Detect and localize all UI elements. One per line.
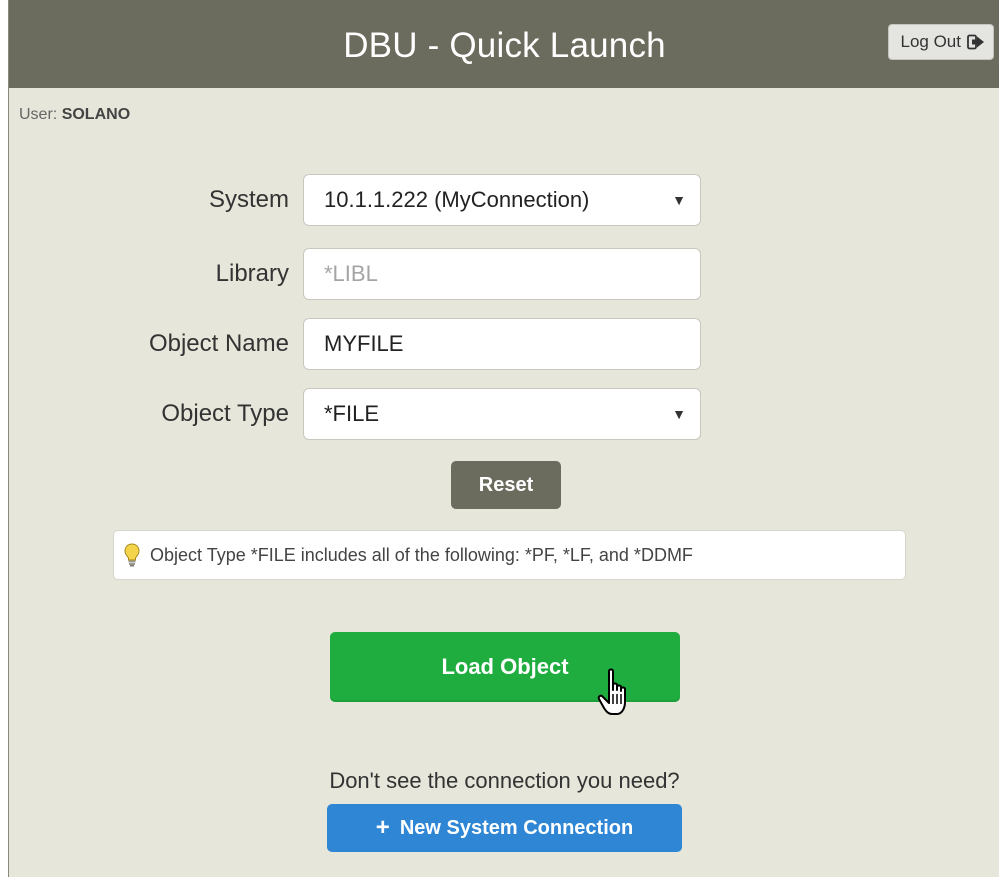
user-label: User: — [19, 106, 58, 123]
new-connection-label: New System Connection — [399, 816, 634, 839]
library-input[interactable]: *LIBL — [303, 248, 701, 300]
library-label: Library — [215, 260, 289, 287]
new-system-connection-button[interactable]: + New System Connection — [327, 804, 682, 852]
logout-label: Log Out — [900, 32, 962, 51]
object-type-select[interactable]: *FILE ▼ — [303, 388, 701, 440]
reset-button[interactable]: Reset — [451, 461, 561, 509]
object-name-label: Object Name — [148, 330, 289, 357]
logout-button[interactable]: Log Out — [887, 24, 994, 60]
object-name-value: MYFILE — [324, 331, 404, 356]
chevron-down-icon: ▼ — [672, 406, 686, 422]
object-name-input[interactable]: MYFILE — [303, 318, 701, 370]
object-type-row: Object Type *FILE ▼ — [9, 388, 709, 440]
library-row: Library *LIBL — [9, 248, 709, 300]
sign-out-icon — [967, 34, 985, 50]
system-label: System — [208, 186, 289, 213]
user-name: SOLANO — [61, 106, 131, 123]
lightbulb-icon — [124, 543, 140, 567]
object-type-value: *FILE — [324, 401, 380, 426]
object-type-label: Object Type — [161, 400, 289, 427]
user-info: User: SOLANO — [19, 106, 130, 124]
chevron-down-icon: ▼ — [672, 192, 686, 208]
page-title: DBU - Quick Launch — [343, 26, 666, 65]
system-row: System 10.1.1.222 (MyConnection) ▼ — [9, 174, 709, 226]
system-select[interactable]: 10.1.1.222 (MyConnection) ▼ — [303, 174, 701, 226]
hand-pointer-icon — [597, 668, 635, 725]
connection-prompt: Don't see the connection you need? — [329, 768, 680, 793]
system-select-value: 10.1.1.222 (MyConnection) — [324, 187, 590, 212]
quick-launch-panel: DBU - Quick Launch Log Out User: SOLANO … — [8, 0, 999, 877]
library-placeholder: *LIBL — [324, 261, 378, 286]
object-name-row: Object Name MYFILE — [9, 318, 709, 370]
header-bar: DBU - Quick Launch Log Out — [9, 0, 999, 88]
hint-box: Object Type *FILE includes all of the fo… — [113, 530, 906, 580]
hint-text: Object Type *FILE includes all of the fo… — [150, 544, 693, 565]
plus-icon: + — [375, 814, 390, 841]
